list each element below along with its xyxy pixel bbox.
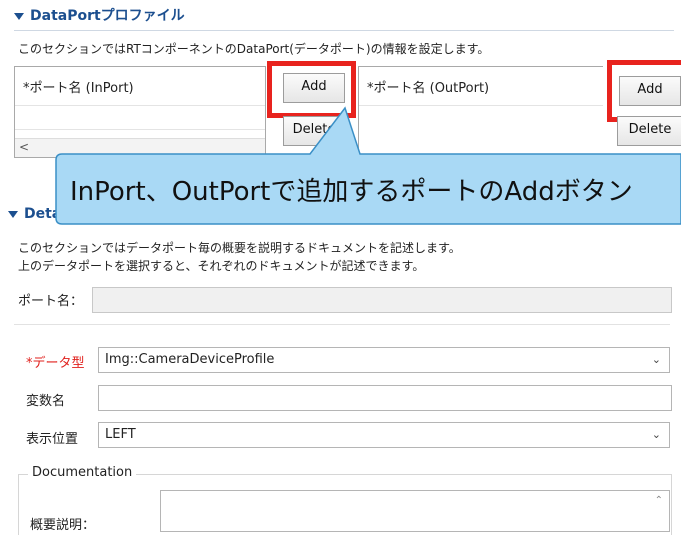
port-name-label: ポート名： [18, 294, 84, 309]
datatype-value: Img::CameraDeviceProfile [105, 352, 275, 367]
callout-balloon [55, 106, 681, 225]
position-value: LEFT [105, 427, 136, 442]
scroll-up-arrow-icon[interactable]: ⌃ [655, 495, 663, 506]
chevron-down-icon[interactable]: ⌄ [652, 423, 661, 447]
callout-text: InPort、OutPortで追加するポートのAddボタン [70, 177, 633, 207]
summary-label: 概要説明： [30, 518, 96, 533]
documentation-group-title: Documentation [28, 465, 137, 480]
detail-description-line2: 上のデータポートを選択すると、それぞれのドキュメントが記述できます。 [18, 259, 425, 273]
detail-description-line1: このセクションではデータポート毎の概要を説明するドキュメントを記述します。 [18, 241, 461, 255]
group-divider [14, 324, 670, 325]
varname-input[interactable] [98, 385, 672, 411]
position-select[interactable]: LEFT ⌄ [98, 422, 670, 448]
port-name-field[interactable] [92, 287, 672, 313]
varname-label: 変数名 [26, 394, 66, 409]
position-label: 表示位置 [26, 432, 79, 447]
datatype-select[interactable]: Img::CameraDeviceProfile ⌄ [98, 347, 670, 373]
datatype-label: *データ型 [26, 356, 85, 371]
chevron-down-icon[interactable]: ⌄ [652, 348, 661, 372]
